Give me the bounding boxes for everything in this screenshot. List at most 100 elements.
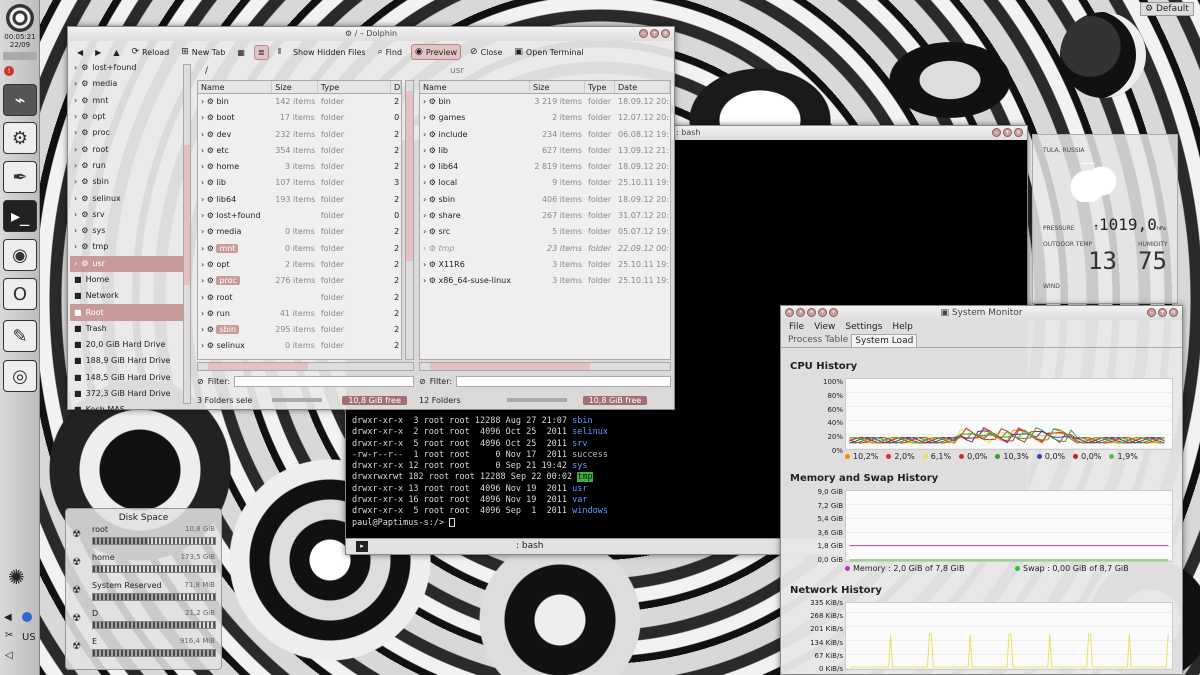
table-row[interactable]: › ⚙ proc 276 items folder 2 xyxy=(198,273,401,289)
gear-icon[interactable]: ✺ xyxy=(8,565,25,589)
find-button[interactable]: ⌕ Find xyxy=(375,45,405,59)
maximize-icon[interactable]: + xyxy=(650,29,659,38)
kickoff-icon[interactable] xyxy=(6,4,34,32)
places-item[interactable]: › ⚙ srv xyxy=(70,207,185,223)
activity-label[interactable]: ⚙ Default xyxy=(1140,2,1194,16)
left-vscroll[interactable] xyxy=(405,80,414,360)
places-item[interactable]: ■ Network xyxy=(70,288,185,304)
minimize-icon[interactable]: – xyxy=(1147,308,1156,317)
expand-arrow-icon[interactable]: › xyxy=(74,60,77,76)
close-icon[interactable]: × xyxy=(1014,128,1023,137)
table-row[interactable]: › ⚙ dev 232 items folder 2 xyxy=(198,127,401,143)
expand-arrow-icon[interactable]: › xyxy=(74,125,77,141)
stop-icon[interactable]: ! xyxy=(4,66,14,76)
minimize-icon[interactable]: – xyxy=(639,29,648,38)
places-item[interactable]: › ⚙ run xyxy=(70,158,185,174)
sysmon-titlebar[interactable]: • • • • • ▣ System Monitor – + × xyxy=(781,306,1182,320)
table-row[interactable]: › ⚙ boot 17 items folder 0 xyxy=(198,110,401,126)
right-hscroll[interactable] xyxy=(419,362,671,371)
system-monitor-launcher-icon[interactable]: ⌁ xyxy=(3,84,37,116)
columns-view-button[interactable]: ⫴ xyxy=(275,45,284,59)
terminal-tab-label[interactable]: : bash xyxy=(516,541,544,551)
left-vscroll-thumb[interactable] xyxy=(406,91,413,261)
speaker-icon[interactable]: ◁ xyxy=(5,650,13,661)
table-row[interactable]: › ⚙ bin 142 items folder 2 xyxy=(198,94,401,110)
table-row[interactable]: › ⚙ selinux 0 items folder 2 xyxy=(198,338,401,354)
pen-launcher-icon[interactable]: ✒ xyxy=(3,161,37,193)
col-size-header[interactable]: Size xyxy=(272,81,318,93)
close-icon[interactable]: × xyxy=(1169,308,1178,317)
shade-icon[interactable]: • xyxy=(807,308,816,317)
table-row[interactable]: › ⚙ bin 3 219 items folder 18.09.12 20: xyxy=(420,94,670,110)
places-item[interactable]: ■ 20,0 GiB Hard Drive xyxy=(70,337,185,353)
table-row[interactable]: › ⚙ X11R6 3 items folder 25.10.11 19: xyxy=(420,257,670,273)
col-type-header[interactable]: Type xyxy=(318,81,391,93)
globe-icon[interactable] xyxy=(22,612,32,622)
menu-file[interactable]: File xyxy=(789,320,804,334)
table-row[interactable]: › ⚙ lib64 193 items folder 2 xyxy=(198,192,401,208)
table-row[interactable]: › ⚙ media 0 items folder 2 xyxy=(198,224,401,240)
expand-arrow-icon[interactable]: › xyxy=(74,76,77,92)
disk-launcher-icon[interactable]: ◎ xyxy=(3,360,37,392)
places-item[interactable]: › ⚙ lost+found xyxy=(70,60,185,76)
disk-item[interactable]: ☢ root 10,8 GiB xyxy=(72,525,216,553)
table-row[interactable]: › ⚙ lib64 2 819 items folder 18.09.12 20: xyxy=(420,159,670,175)
disk-item[interactable]: ☢ D 21,2 GiB xyxy=(72,609,216,637)
right-zoom-slider[interactable] xyxy=(506,398,567,402)
expand-arrow-icon[interactable]: › xyxy=(74,207,77,223)
up-button[interactable]: ▲ xyxy=(110,46,122,59)
open-terminal-button[interactable]: ▣ Open Terminal xyxy=(511,45,586,59)
places-item[interactable]: › ⚙ selinux xyxy=(70,190,185,206)
table-row[interactable]: › ⚙ home 3 items folder 2 xyxy=(198,159,401,175)
places-item[interactable]: › ⚙ mnt xyxy=(70,93,185,109)
right-hscroll-thumb[interactable] xyxy=(430,363,590,370)
places-scrollbar[interactable] xyxy=(183,64,191,404)
above-icon[interactable]: • xyxy=(818,308,827,317)
table-row[interactable]: › ⚙ run 41 items folder 2 xyxy=(198,306,401,322)
expand-arrow-icon[interactable]: › xyxy=(74,223,77,239)
places-item[interactable]: › ⚙ usr xyxy=(70,255,185,272)
table-row[interactable]: › ⚙ tmp 23 items folder 22.09.12 00: xyxy=(420,241,670,257)
col-date-header[interactable]: D xyxy=(391,81,401,93)
tab-system-load[interactable]: System Load xyxy=(851,334,918,347)
terminal-tab-icon[interactable]: ▸ xyxy=(356,541,368,552)
right-path[interactable]: usr xyxy=(450,66,464,76)
places-scroll-thumb[interactable] xyxy=(184,145,190,285)
expand-arrow-icon[interactable]: › xyxy=(74,239,77,255)
disk-item[interactable]: ☢ System Reserved 71,8 MiB xyxy=(72,581,216,609)
places-item[interactable]: ■ 188,9 GiB Hard Drive xyxy=(70,353,185,369)
col-size-header[interactable]: Size xyxy=(530,81,585,93)
col-type-header[interactable]: Type xyxy=(585,81,615,93)
table-row[interactable]: › ⚙ src 5 items folder 05.07.12 19: xyxy=(420,224,670,240)
tab-process-table[interactable]: Process Table xyxy=(785,334,851,347)
table-row[interactable]: › ⚙ sbin 295 items folder 2 xyxy=(198,322,401,338)
right-filter-input[interactable] xyxy=(456,375,671,387)
places-item[interactable]: › ⚙ proc xyxy=(70,125,185,141)
table-row[interactable]: › ⚙ games 2 items folder 12.07.12 20: xyxy=(420,110,670,126)
col-name-header[interactable]: Name xyxy=(198,81,273,93)
left-filter-input[interactable] xyxy=(234,375,414,387)
sticky-icon[interactable]: • xyxy=(796,308,805,317)
table-row[interactable]: › ⚙ share 267 items folder 31.07.12 20: xyxy=(420,208,670,224)
maximize-icon[interactable]: + xyxy=(1003,128,1012,137)
new-tab-button[interactable]: ⊞ New Tab xyxy=(178,45,228,59)
expand-arrow-icon[interactable]: › xyxy=(74,109,77,125)
expand-arrow-icon[interactable]: › xyxy=(74,142,77,158)
eye-launcher-icon[interactable]: ◉ xyxy=(3,239,37,271)
expand-arrow-icon[interactable]: › xyxy=(74,191,77,207)
reload-button[interactable]: ⟳ Reload xyxy=(128,45,172,59)
menu-help[interactable]: Help xyxy=(892,320,913,334)
minimize-icon[interactable]: – xyxy=(992,128,1001,137)
icons-view-button[interactable]: ▦ xyxy=(234,46,248,59)
show-hidden-button[interactable]: Show Hidden Files xyxy=(290,46,369,59)
layout-label[interactable]: US xyxy=(22,632,36,643)
expand-arrow-icon[interactable]: › xyxy=(74,256,77,272)
close-split-button[interactable]: ⊘ Close xyxy=(467,45,505,59)
expand-arrow-icon[interactable]: › xyxy=(74,174,77,190)
table-row[interactable]: › ⚙ x86_64-suse-linux 3 items folder 25.10.… xyxy=(420,273,670,289)
table-row[interactable]: › ⚙ etc 354 items folder 2 xyxy=(198,143,401,159)
disk-item[interactable]: ☢ E 916,4 MiB xyxy=(72,637,216,665)
places-item[interactable]: ■ 148,5 GiB Hard Drive xyxy=(70,370,185,386)
places-item[interactable]: ■ Home xyxy=(70,272,185,288)
places-item[interactable]: › ⚙ sys xyxy=(70,223,185,239)
